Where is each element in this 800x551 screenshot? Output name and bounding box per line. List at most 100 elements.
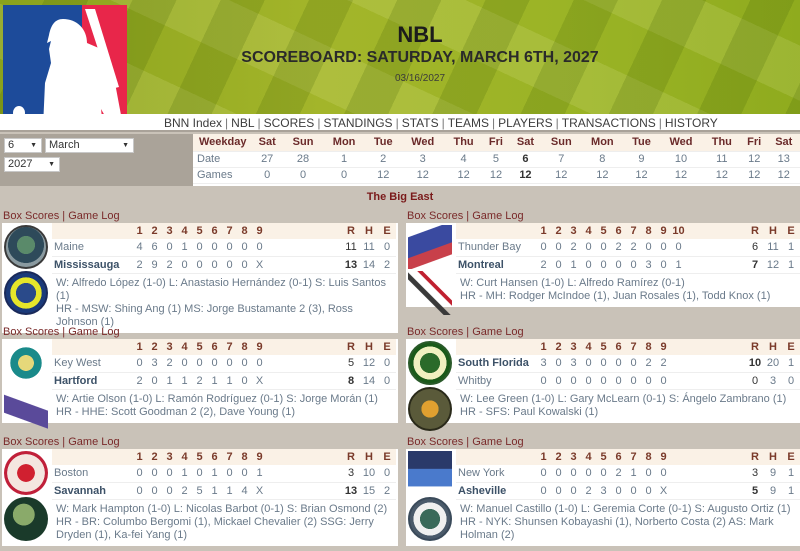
- team-name-link[interactable]: Hartford: [52, 372, 132, 390]
- calendar-weekday: Wed: [400, 134, 445, 152]
- game-log-link[interactable]: Game Log: [472, 326, 523, 338]
- nav-link-stats[interactable]: STATS: [402, 116, 439, 130]
- team-name-link[interactable]: South Florida: [456, 355, 536, 373]
- calendar-date-link[interactable]: 8: [580, 151, 624, 168]
- inning-score: 0: [536, 465, 551, 483]
- spacer: [686, 239, 746, 257]
- game-panel: 1 2 3 4 5 6 7 8 9 R H E Key West 0 3 2 0 0 0 0 0 0 5 12 0 Hartfor…: [2, 339, 398, 431]
- month-select[interactable]: March ▼: [45, 138, 134, 153]
- nav-link-players[interactable]: PLAYERS: [498, 116, 552, 130]
- box-scores-link[interactable]: Box Scores: [407, 326, 463, 338]
- runs-total: 0: [746, 372, 764, 390]
- calendar-date-link[interactable]: 13: [767, 151, 800, 168]
- box-scores-link[interactable]: Box Scores: [407, 436, 463, 448]
- hartford-logo-icon[interactable]: [4, 387, 48, 431]
- rhe-header-r: R: [746, 449, 764, 465]
- inning-score: 3: [596, 482, 611, 500]
- calendar-date-link[interactable]: 10: [659, 151, 703, 168]
- calendar-date-link[interactable]: 11: [702, 151, 741, 168]
- nav-link-history[interactable]: HISTORY: [665, 116, 718, 130]
- key-west-logo-icon[interactable]: [4, 341, 48, 385]
- calendar-weekday: Sat: [251, 134, 284, 152]
- inning-score: 2: [581, 482, 596, 500]
- spacer: [671, 482, 746, 500]
- inning-score: X: [656, 482, 671, 500]
- nav-link-scores[interactable]: SCORES: [264, 116, 315, 130]
- team-name-link[interactable]: Boston: [52, 465, 132, 483]
- nav-link-transactions[interactable]: TRANSACTIONS: [562, 116, 656, 130]
- inning-header: 3: [566, 223, 581, 239]
- calendar-date-link[interactable]: 9: [623, 151, 660, 168]
- calendar-date-link[interactable]: 28: [283, 151, 323, 168]
- inning-score: 0: [566, 465, 581, 483]
- team-name-link[interactable]: Thunder Bay: [456, 239, 536, 257]
- boston-logo-icon[interactable]: [4, 451, 48, 495]
- game-links: Box Scores | Game Log: [404, 435, 800, 449]
- game-log-link[interactable]: Game Log: [472, 436, 523, 448]
- box-scores-link[interactable]: Box Scores: [407, 210, 463, 222]
- inning-score: 0: [596, 239, 611, 257]
- line-score-table: 1 2 3 4 5 6 7 8 9 R H E Key West 0 3 2 0 0 0 0 0 0 5 12 0 Hartfor…: [52, 339, 396, 390]
- calendar-date-link[interactable]: 12: [740, 151, 768, 168]
- new-york-logo-icon[interactable]: [408, 451, 452, 495]
- nav-link-standings[interactable]: STANDINGS: [323, 116, 392, 130]
- game-log-link[interactable]: Game Log: [68, 326, 119, 338]
- inning-score: 0: [611, 256, 626, 274]
- inning-header: 1: [132, 223, 147, 239]
- team-logos: [4, 341, 52, 433]
- montreal-logo-icon[interactable]: [408, 271, 452, 315]
- inning-header: 6: [207, 339, 222, 355]
- game-box: Box Scores | Game Log 1 2 3 4 5 6 7 8 9 R H E Maine 4 6…: [0, 209, 398, 333]
- whitby-logo-icon[interactable]: [408, 387, 452, 431]
- calendar-weekday: Sun: [541, 134, 581, 152]
- spacer: [267, 465, 342, 483]
- inning-score: 0: [551, 482, 566, 500]
- spacer: [267, 372, 342, 390]
- inning-header: 9: [656, 339, 671, 355]
- calendar-weekday: Sat: [509, 134, 542, 152]
- home-team-row: Savannah 0 0 0 2 5 1 1 4 X 13 15 2: [52, 482, 396, 500]
- inning-score: 0: [596, 372, 611, 390]
- team-column-header: [52, 449, 132, 465]
- calendar-date-link[interactable]: 7: [541, 151, 581, 168]
- calendar-date-link[interactable]: 2: [365, 151, 401, 168]
- calendar-date-link[interactable]: 3: [400, 151, 445, 168]
- day-select[interactable]: 6 ▼: [4, 138, 42, 153]
- team-name-link[interactable]: Savannah: [52, 482, 132, 500]
- calendar-date-link[interactable]: 6: [509, 151, 542, 168]
- year-select[interactable]: 2027 ▼: [4, 157, 60, 172]
- nav-link-nbl[interactable]: NBL: [231, 116, 254, 130]
- inning-header: 9: [252, 223, 267, 239]
- team-name-link[interactable]: Maine: [52, 239, 132, 257]
- team-name-link[interactable]: Montreal: [456, 256, 536, 274]
- south-florida-logo-icon[interactable]: [408, 341, 452, 385]
- calendar-date-link[interactable]: 1: [322, 151, 366, 168]
- pitching-decisions: W: Curt Hansen (1-0) L: Alfredo Ramírez …: [460, 276, 685, 289]
- thunder-bay-logo-icon[interactable]: [408, 225, 452, 269]
- team-name-link[interactable]: Whitby: [456, 372, 536, 390]
- team-name-link[interactable]: Key West: [52, 355, 132, 373]
- nav-link-teams[interactable]: TEAMS: [448, 116, 489, 130]
- asheville-logo-icon[interactable]: [408, 497, 452, 541]
- game-log-link[interactable]: Game Log: [68, 210, 119, 222]
- team-name-link[interactable]: Asheville: [456, 482, 536, 500]
- box-scores-link[interactable]: Box Scores: [3, 210, 59, 222]
- inning-score: 0: [192, 465, 207, 483]
- spacer: [671, 449, 746, 465]
- game-log-link[interactable]: Game Log: [68, 436, 119, 448]
- nav-link-bnn-index[interactable]: BNN Index: [164, 116, 222, 130]
- errors-total: 2: [378, 256, 396, 274]
- maine-logo-icon[interactable]: [4, 225, 48, 269]
- mississauga-logo-icon[interactable]: [4, 271, 48, 315]
- team-name-link[interactable]: Mississauga: [52, 256, 132, 274]
- game-log-link[interactable]: Game Log: [472, 210, 523, 222]
- calendar-date-link[interactable]: 27: [251, 151, 284, 168]
- calendar-date-link[interactable]: 4: [444, 151, 483, 168]
- box-scores-link[interactable]: Box Scores: [3, 436, 59, 448]
- calendar-date-link[interactable]: 5: [482, 151, 510, 168]
- savannah-logo-icon[interactable]: [4, 497, 48, 541]
- inning-score: 1: [177, 239, 192, 257]
- inning-header: 9: [656, 223, 671, 239]
- box-scores-link[interactable]: Box Scores: [3, 326, 59, 338]
- team-name-link[interactable]: New York: [456, 465, 536, 483]
